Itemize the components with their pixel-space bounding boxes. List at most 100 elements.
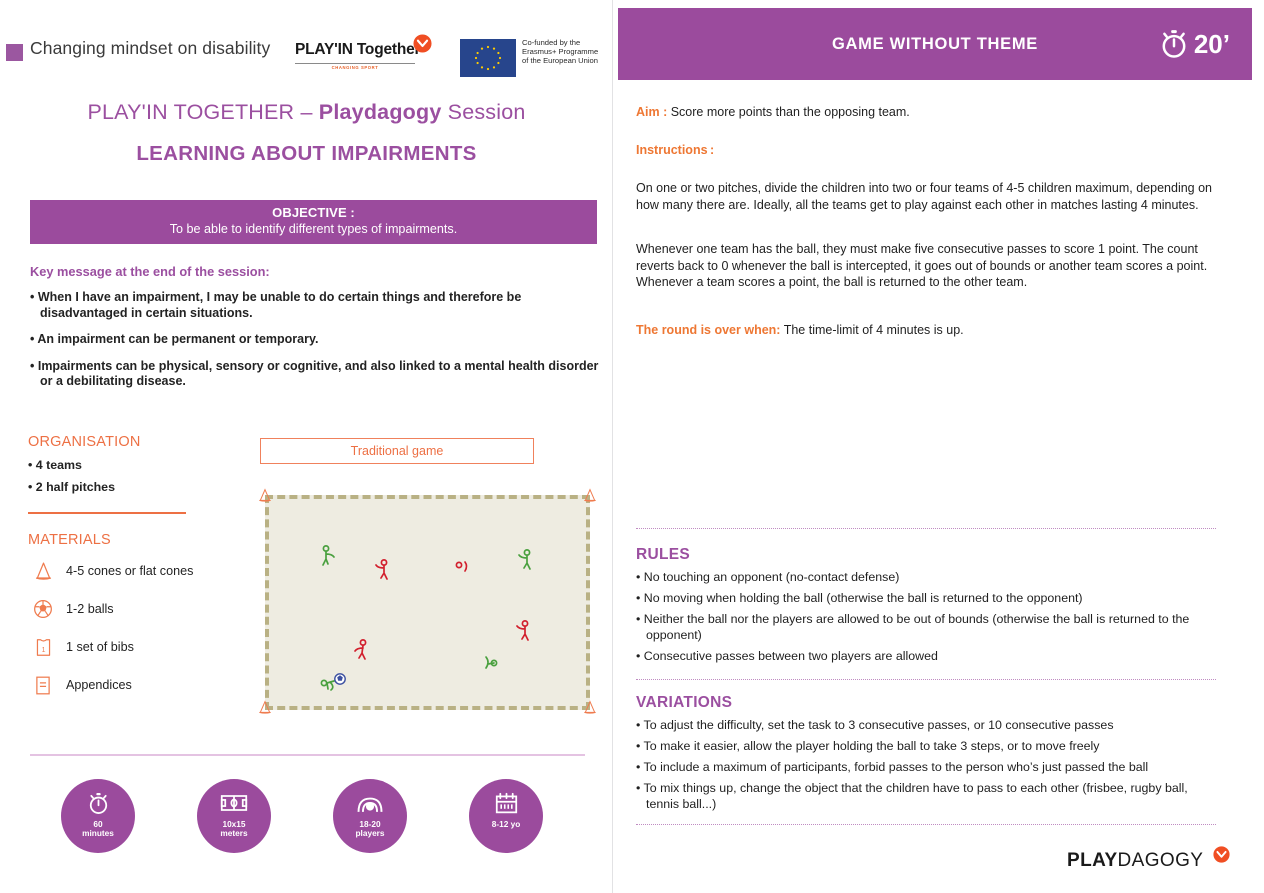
cone-icon xyxy=(259,700,271,714)
timer-badge: 20’ xyxy=(1157,27,1230,61)
instructions-label: Instructions : xyxy=(636,143,715,157)
badge-players: 18-20 players xyxy=(333,779,407,853)
badge-text: 18-20 players xyxy=(355,819,385,839)
game-body: Aim : Score more points than the opposin… xyxy=(636,104,1232,338)
playdagogy-bold: PLAY xyxy=(1067,850,1118,871)
ball-icon xyxy=(28,596,58,622)
pitch-area xyxy=(265,495,590,710)
objective-banner: OBJECTIVE : To be able to identify diffe… xyxy=(30,200,597,244)
key-message-title: Key message at the end of the session: xyxy=(30,264,270,279)
badge-line-2: players xyxy=(355,828,385,839)
pitch-diagram xyxy=(255,485,600,720)
playin-prefix: PLAY'IN xyxy=(295,41,353,58)
players-icon xyxy=(355,788,385,818)
cone-icon xyxy=(584,700,596,714)
calendar-icon xyxy=(494,788,519,818)
cone-icon xyxy=(259,488,271,502)
aim-text: Score more points than the opposing team… xyxy=(667,105,910,119)
instructions-paragraph: On one or two pitches, divide the childr… xyxy=(636,181,1213,212)
variations-bottom-divider xyxy=(636,824,1216,825)
rules-item: • Neither the ball nor the players are a… xyxy=(636,612,1190,642)
rules-item: • No moving when holding the ball (other… xyxy=(636,591,1083,605)
material-label: 4-5 cones or flat cones xyxy=(66,564,194,578)
session-prefix: PLAY'IN TOGETHER – xyxy=(87,100,319,124)
objective-text: To be able to identify different types o… xyxy=(169,222,458,236)
organisation-item: • 2 half pitches xyxy=(28,480,115,494)
playdagogy-wordmark: PLAYDAGOGY xyxy=(1067,850,1227,872)
cone-icon xyxy=(584,488,596,502)
organisation-block: ORGANISATION • 4 teams • 2 half pitches xyxy=(28,434,228,494)
rules-top-divider xyxy=(636,528,1216,529)
badge-text: 8-12 yo xyxy=(491,819,521,829)
materials-title: MATERIALS xyxy=(28,532,111,548)
eu-funding-logo: Co-funded by the Erasmus+ Programme of t… xyxy=(460,38,602,77)
key-message-block: Key message at the end of the session: •… xyxy=(30,264,600,390)
purple-square-decoration xyxy=(6,44,23,61)
playin-together-wordmark: PLAY'IN Together xyxy=(295,41,421,59)
rules-item: • Consecutive passes between two players… xyxy=(636,649,938,663)
session-subtitle: PLAY'IN TOGETHER – Playdagogy Session xyxy=(0,100,613,125)
round-over-label: The round is over when: xyxy=(636,322,781,337)
badge-text: 10x15 meters xyxy=(220,819,248,839)
bib-icon: 1 xyxy=(28,634,58,660)
timer-value: 20’ xyxy=(1193,28,1230,59)
aim-line: Aim : Score more points than the opposin… xyxy=(636,104,1232,120)
playin-chevron-badge-icon xyxy=(413,34,432,53)
key-message-item: • When I have an impairment, I may be un… xyxy=(30,290,522,320)
player-figure-green xyxy=(485,656,498,669)
organisation-title: ORGANISATION xyxy=(28,434,141,450)
variations-item: • To adjust the difficulty, set the task… xyxy=(636,718,1114,732)
player-figure-green-with-ball xyxy=(320,673,346,691)
materials-block: MATERIALS 4-5 cones or flat cones 1-2 ba… xyxy=(28,532,258,700)
badge-line-2: minutes xyxy=(82,828,114,839)
pitch-caption-box: Traditional game xyxy=(260,438,534,464)
variations-title: VARIATIONS xyxy=(636,694,733,711)
session-suffix: Session xyxy=(441,100,526,124)
material-label: 1 set of bibs xyxy=(66,640,134,654)
stopwatch-icon xyxy=(1162,30,1186,58)
brand-tagline: Changing mindset on disability xyxy=(30,38,271,58)
badge-age: 8-12 yo xyxy=(469,779,543,853)
playdagogy-logo: PLAYDAGOGY xyxy=(1067,846,1230,874)
organisation-divider xyxy=(28,512,186,514)
player-figure-red xyxy=(455,561,468,572)
session-sheet: Changing mindset on disability PLAY'IN T… xyxy=(0,0,1264,893)
pitch-caption: Traditional game xyxy=(350,444,444,458)
rules-block: RULES • No touching an opponent (no-cont… xyxy=(636,546,1220,664)
session-bold: Playdagogy xyxy=(318,100,442,124)
objective-label: OBJECTIVE : xyxy=(272,205,355,220)
material-label: 1-2 balls xyxy=(66,602,114,616)
badge-cell: 10x15 meters xyxy=(166,779,302,853)
badge-cell: 8-12 yo xyxy=(438,779,574,853)
playin-subtitle: CHANGING SPORT xyxy=(331,65,379,70)
document-icon xyxy=(28,672,58,698)
left-panel: Changing mindset on disability PLAY'IN T… xyxy=(0,0,613,893)
playdagogy-chevron-badge-icon xyxy=(1213,846,1230,863)
session-badges: 60 minutes 10x15 meters 18-20 players 8-… xyxy=(30,779,595,853)
eu-funding-text: Co-funded by the Erasmus+ Programme of t… xyxy=(522,38,602,66)
cone-icon xyxy=(28,558,58,584)
pitch-icon xyxy=(220,788,248,818)
material-label: Appendices xyxy=(66,678,132,692)
round-over-line: The round is over when: The time-limit o… xyxy=(636,322,1232,338)
badge-duration: 60 minutes xyxy=(61,779,135,853)
variations-top-divider xyxy=(636,679,1216,680)
badge-cell: 18-20 players xyxy=(302,779,438,853)
key-message-item: • Impairments can be physical, sensory o… xyxy=(30,358,599,389)
eu-flag-icon xyxy=(460,39,516,77)
page-title: LEARNING ABOUT IMPAIRMENTS xyxy=(136,142,477,165)
round-over-text: The time-limit of 4 minutes is up. xyxy=(780,322,964,337)
instructions-label-line: Instructions : xyxy=(636,142,1232,158)
playdagogy-light: DAGOGY xyxy=(1117,850,1204,871)
logo-divider xyxy=(295,63,415,64)
badge-dimensions: 10x15 meters xyxy=(197,779,271,853)
aim-label: Aim : xyxy=(636,105,668,119)
variations-item: • To make it easier, allow the player ho… xyxy=(636,739,1100,753)
instructions-paragraph: Whenever one team has the ball, they mus… xyxy=(636,242,1208,289)
stopwatch-icon xyxy=(85,788,112,818)
badge-line-2: meters xyxy=(220,828,248,839)
badge-line-1: 8-12 yo xyxy=(491,819,521,829)
key-message-item: • An impairment can be permanent or temp… xyxy=(30,332,319,346)
variations-item: • To include a maximum of participants, … xyxy=(636,760,1149,774)
badge-cell: 60 minutes xyxy=(30,779,166,853)
